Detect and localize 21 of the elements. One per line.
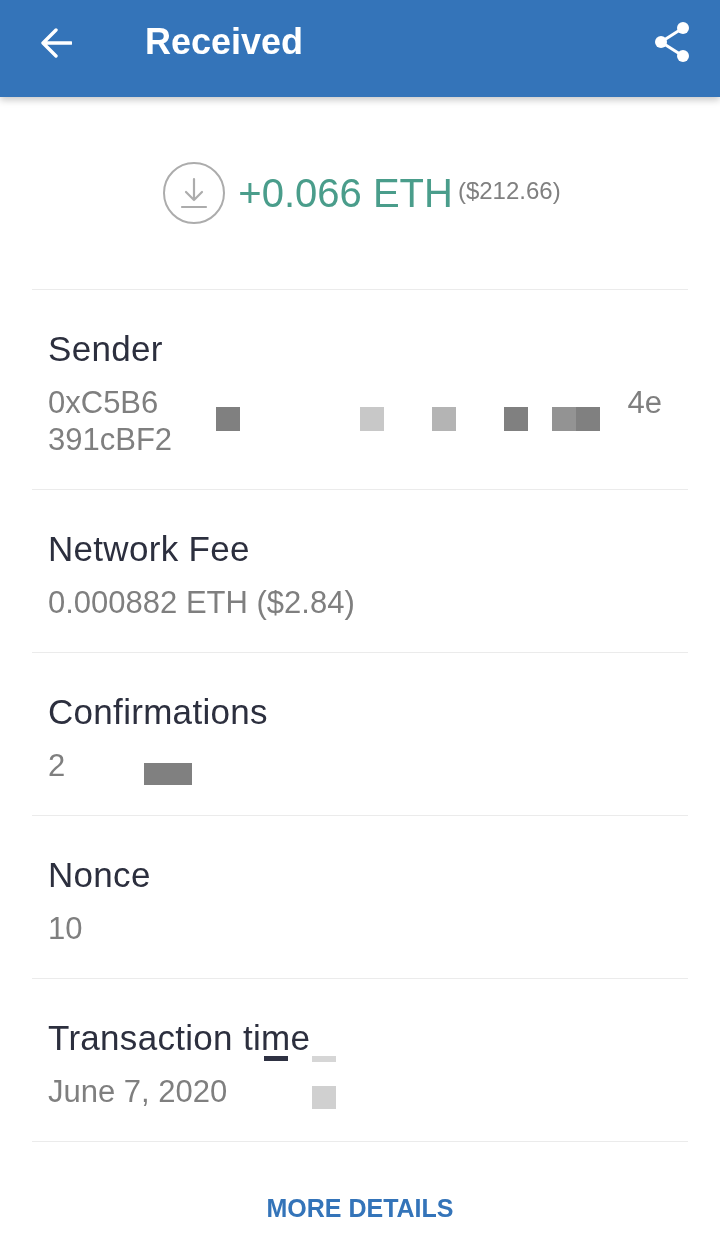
field-value: 391cBF2 [48,421,173,458]
fiat-value: ($212.66) [457,177,561,205]
share-button[interactable] [654,21,690,62]
field-label: Transaction time [48,1019,312,1057]
field-value: 0.000882 ETH ($2.84) [48,584,355,621]
field-value: June 7, 2020 [48,1073,228,1110]
back-button[interactable] [40,27,72,58]
share-icon [654,21,690,62]
field-value: 10 [48,910,83,947]
more-details-button[interactable]: MORE DETAILS [254,1186,466,1231]
field-label: Network Fee [48,530,251,568]
field-value: 0xC5B6 [48,384,159,421]
field-value: 4e [627,384,662,421]
field-label: Sender [48,330,164,368]
field-value: 2 [48,747,66,784]
arrow-left-icon [40,27,72,58]
download-circle-icon [163,162,226,224]
field-label: Nonce [48,856,152,894]
field-label: Confirmations [48,693,269,731]
amount-value: +0.066 ETH [238,170,453,216]
screen-title: Received [145,20,304,63]
